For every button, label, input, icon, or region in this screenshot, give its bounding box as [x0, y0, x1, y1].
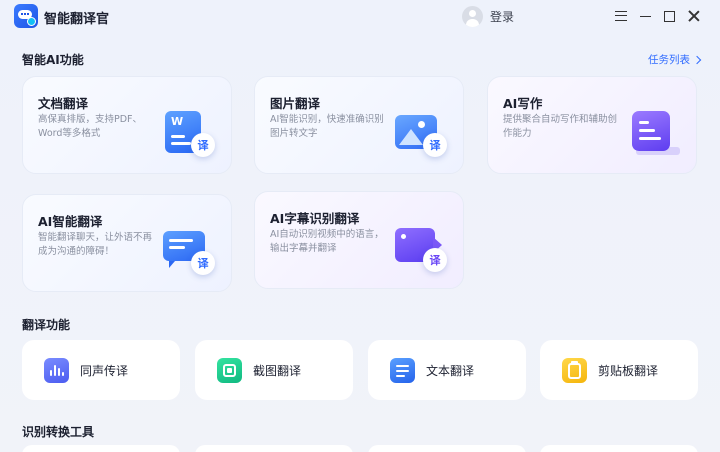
- simultaneous-interpret-button[interactable]: 同声传译: [22, 340, 180, 400]
- menu-button[interactable]: [611, 6, 631, 26]
- maximize-button[interactable]: [659, 6, 679, 26]
- screenshot-icon: [217, 357, 242, 383]
- ai-subtitle-translate-card[interactable]: AI字幕识别翻译 AI自动识别视频中的语言，输出字幕并翻译 译: [254, 191, 464, 289]
- login-label: 登录: [490, 9, 515, 24]
- card-desc: 提供聚合自动写作和辅助创作能力: [503, 114, 618, 139]
- func-label: 文本翻译: [426, 363, 475, 378]
- ai-writing-card[interactable]: AI写作 提供聚合自动写作和辅助创作能力: [487, 76, 697, 174]
- maximize-icon: [663, 10, 675, 22]
- video-camera-icon: 译: [395, 224, 447, 274]
- document-translate-card[interactable]: 文档翻译 高保真排版，支持PDF、Word等多格式 W 译: [22, 76, 232, 174]
- convert-tool-card[interactable]: [368, 445, 526, 452]
- func-label: 截图翻译: [253, 363, 302, 378]
- func-label: 剪贴板翻译: [598, 363, 659, 378]
- card-desc: AI自动识别视频中的语言，输出字幕并翻译: [270, 229, 384, 254]
- app-logo-icon: [14, 4, 38, 28]
- convert-tool-card[interactable]: [22, 445, 180, 452]
- translate-badge: 译: [423, 133, 447, 157]
- card-title: AI智能翻译: [38, 214, 103, 229]
- text-translate-button[interactable]: 文本翻译: [368, 340, 526, 400]
- word-document-icon: W 译: [163, 109, 215, 159]
- screenshot-translate-button[interactable]: 截图翻译: [195, 340, 353, 400]
- translate-badge: 译: [423, 248, 447, 272]
- close-button[interactable]: [684, 6, 704, 26]
- sound-wave-icon: [44, 357, 69, 383]
- card-title: 文档翻译: [38, 96, 89, 111]
- card-title: AI写作: [503, 96, 543, 111]
- translate-section-title: 翻译功能: [22, 318, 71, 332]
- image-icon: 译: [395, 109, 447, 159]
- card-title: 图片翻译: [270, 96, 321, 111]
- text-list-icon: [390, 357, 415, 383]
- minimize-button[interactable]: [635, 6, 655, 26]
- chevron-right-icon: [692, 55, 702, 64]
- title-bar: 智能翻译官 登录: [0, 0, 720, 32]
- convert-tool-card[interactable]: [540, 445, 698, 452]
- image-translate-card[interactable]: 图片翻译 AI智能识别，快速准确识别图片转文字 译: [254, 76, 464, 174]
- task-list-link[interactable]: 任务列表: [648, 52, 702, 67]
- clipboard-icon: [562, 357, 587, 383]
- card-desc: AI智能识别，快速准确识别图片转文字: [270, 114, 384, 139]
- card-desc: 智能翻译聊天，让外语不再成为沟通的障碍！: [38, 232, 153, 257]
- translate-badge: 译: [191, 251, 215, 275]
- translate-badge: 译: [191, 133, 215, 157]
- menu-icon: [615, 11, 627, 21]
- login-button[interactable]: 登录: [462, 5, 514, 27]
- card-desc: 高保真排版，支持PDF、Word等多格式: [38, 114, 143, 139]
- writing-icon: [628, 109, 680, 159]
- convert-tool-card[interactable]: [195, 445, 353, 452]
- app-title: 智能翻译官: [44, 12, 110, 27]
- clipboard-translate-button[interactable]: 剪贴板翻译: [540, 340, 698, 400]
- avatar-icon: [462, 5, 483, 27]
- func-label: 同声传译: [80, 363, 129, 378]
- close-icon: [688, 10, 700, 22]
- card-title: AI字幕识别翻译: [270, 211, 360, 226]
- task-list-label: 任务列表: [648, 54, 690, 66]
- ai-smart-translate-card[interactable]: AI智能翻译 智能翻译聊天，让外语不再成为沟通的障碍！ 译: [22, 194, 232, 292]
- minimize-icon: [639, 15, 651, 17]
- ai-section-title: 智能AI功能: [22, 53, 84, 67]
- chat-bubble-icon: 译: [163, 227, 215, 277]
- convert-section-title: 识别转换工具: [22, 425, 95, 439]
